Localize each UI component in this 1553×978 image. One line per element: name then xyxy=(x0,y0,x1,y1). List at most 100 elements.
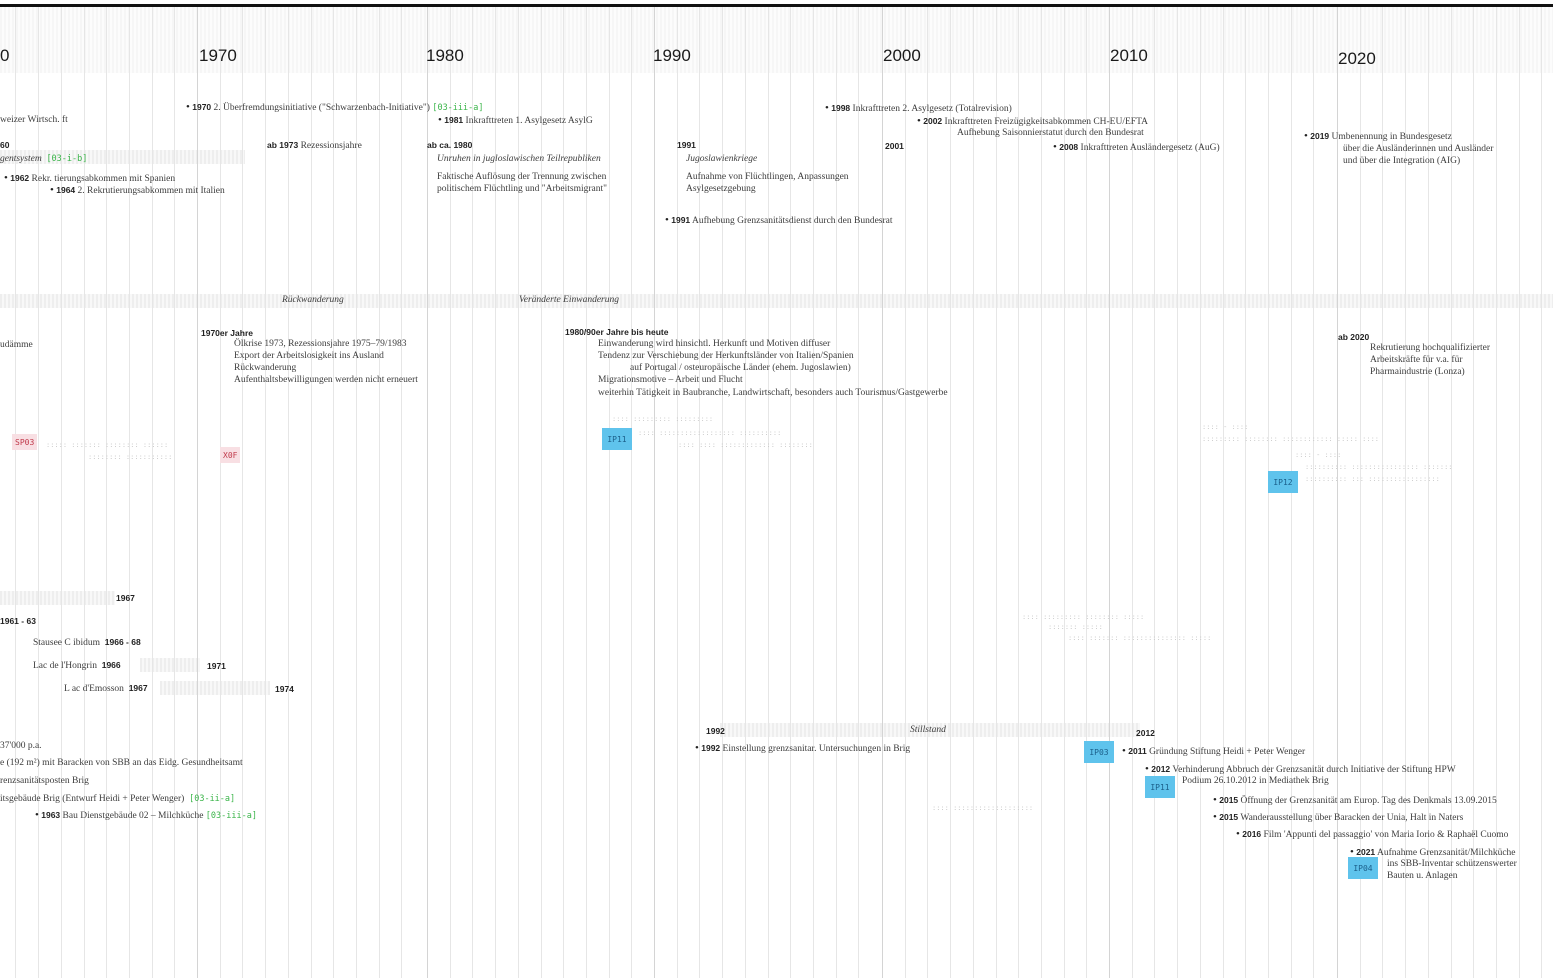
fade-strip xyxy=(160,681,270,695)
event-year: 2012 xyxy=(1151,764,1171,774)
blue-tag: IP11 xyxy=(1145,776,1175,798)
event-text: Bauten u. Anlagen xyxy=(1387,871,1458,881)
decade-line xyxy=(654,7,655,978)
event-year: ab 1973 xyxy=(267,140,299,150)
event-text: Umbenennung in Bundesgesetz xyxy=(1331,132,1452,142)
fade-strip xyxy=(0,294,1553,308)
year-gridline xyxy=(768,7,769,978)
year-gridline xyxy=(106,7,107,978)
bullet-icon: • xyxy=(1145,763,1149,775)
bullet-icon: • xyxy=(1053,141,1057,153)
event-text: Migrationsmotive – Arbeit und Flucht xyxy=(598,375,743,385)
bullet-icon: • xyxy=(35,809,39,821)
event-year: 2002 xyxy=(923,116,943,126)
faint-annotation: ::::::: ::::: xyxy=(1048,623,1103,631)
event-text: Aufhebung Grenzsanitätsdienst durch den … xyxy=(692,216,893,226)
phase-label: Veränderte Einwanderung xyxy=(519,295,620,305)
event-year: 2008 xyxy=(1059,142,1079,152)
year-gridline xyxy=(836,7,837,978)
event-year: 2021 xyxy=(1356,847,1376,857)
event-text: weizer Wirtsch. ft xyxy=(0,115,68,125)
event-text: Gründung Stiftung Heidi + Peter Wenger xyxy=(1149,747,1306,757)
faint-annotation: :::: - :::: xyxy=(1202,423,1249,431)
decade-label: 2000 xyxy=(883,46,921,65)
year-gridline xyxy=(609,7,610,978)
phase-label: Rückwanderung xyxy=(282,295,344,305)
year-gridline xyxy=(950,7,951,978)
year-gridline xyxy=(790,7,791,978)
event-year: 2011 xyxy=(1128,746,1147,756)
blue-tag: IP04 xyxy=(1348,857,1378,879)
bullet-icon: • xyxy=(50,184,54,196)
faint-annotation: ::::::::: :::::::: :::::::::::: ::::: ::… xyxy=(1202,435,1380,443)
bullet-icon: • xyxy=(1213,794,1217,806)
year-gridline xyxy=(631,7,632,978)
fade-strip xyxy=(140,658,200,672)
blue-tag: IP12 xyxy=(1268,471,1298,493)
event-text: Aufhebung Saisonnierstatut durch den Bun… xyxy=(957,128,1144,138)
year-gridline xyxy=(677,7,678,978)
dam-name: Lac de l'Hongrin xyxy=(33,661,97,671)
reference-code: [03-i-b] xyxy=(46,154,88,164)
event-text: Rezessionsjahre xyxy=(300,141,362,151)
faint-annotation: :::: ::::::::::::::::::: xyxy=(932,804,1034,812)
event-text: Inkrafttreten Freizügigkeitsabkommen CH-… xyxy=(944,117,1148,127)
event-year: 1992 xyxy=(706,726,725,736)
faint-annotation: :::::::::: :::::::::::::::: ::::::: xyxy=(1305,463,1453,471)
faint-annotation: :::: ::::::::: ::::::::: xyxy=(612,415,714,423)
year-gridline xyxy=(333,7,334,978)
reference-code: [03-iii-a] xyxy=(432,103,484,113)
event-text: Wanderausstellung über Baracken der Unia… xyxy=(1240,813,1464,823)
year-gridline xyxy=(356,7,357,978)
event-year: 2001 xyxy=(885,141,904,151)
event-text: Film 'Appunti del passaggio' von Maria I… xyxy=(1263,830,1509,840)
event-year: 1974 xyxy=(275,684,294,694)
event-text: Aufnahme Grenzsanität/Milchküche xyxy=(1377,848,1516,858)
bullet-icon: • xyxy=(665,214,669,226)
event-text: udämme xyxy=(0,340,33,350)
decade-label: 1990 xyxy=(653,46,691,65)
decade-label: 1980 xyxy=(426,46,464,65)
event-year: ab 2020 xyxy=(1338,332,1370,342)
event-text: itsgebäude Brig (Entwurf Heidi + Peter W… xyxy=(0,794,185,804)
event-year: ab ca. 1980 xyxy=(427,140,473,150)
event-text: Jugoslawienkriege xyxy=(686,154,758,164)
faint-annotation: :::::::::: ::: ::::::::::::::::: xyxy=(1305,475,1440,483)
bullet-icon: • xyxy=(917,115,921,127)
bullet-icon: • xyxy=(825,102,829,114)
event-year: 1963 xyxy=(41,810,61,820)
faint-annotation: :::: :::: ::::::::::::: :::::::: xyxy=(678,441,813,449)
year-gridline xyxy=(174,7,175,978)
event-year: 1966 - 68 xyxy=(104,637,141,647)
reference-code: [03-iii-a] xyxy=(205,811,257,821)
event-year: 1967 xyxy=(128,683,148,693)
faint-annotation: :::: :::::::::::::::::: :::::::::: xyxy=(638,429,782,437)
event-text: auf Portugal / osteuropäische Länder (eh… xyxy=(630,363,851,373)
pink-tag: SP03 xyxy=(12,434,38,450)
event-year: 1966 xyxy=(101,660,121,670)
event-text: renzsanitätsposten Brig xyxy=(0,776,89,786)
event-year: 60 xyxy=(0,140,10,150)
faint-annotation: :::: ::::::: ::::::::::::::: ::::: xyxy=(1068,634,1212,642)
event-text: 2. Rekrutierungsabkommen mit Italien xyxy=(77,186,225,196)
year-gridline xyxy=(813,7,814,978)
year-gridline xyxy=(905,7,906,978)
phase-label: Stillstand xyxy=(910,725,946,735)
event-year: 1980/90er Jahre bis heute xyxy=(565,327,669,337)
event-text: Aufenthaltsbewilligungen werden nicht er… xyxy=(234,375,418,385)
year-gridline xyxy=(129,7,130,978)
event-text: Unruhen in jugloslawischen Teilrepublike… xyxy=(437,154,601,164)
event-year: 1991 xyxy=(671,215,691,225)
fade-strip xyxy=(0,591,115,605)
event-text: 37'000 p.a. xyxy=(0,741,42,751)
year-gridline xyxy=(1223,7,1224,978)
event-year: 1964 xyxy=(56,185,76,195)
event-text: e (192 m²) mit Baracken von SBB an das E… xyxy=(0,758,243,768)
year-gridline xyxy=(973,7,974,978)
year-gridline xyxy=(242,7,243,978)
event-text: Inkrafttreten 2. Asylgesetz (Totalrevisi… xyxy=(852,104,1012,114)
event-text: Tendenz zur Verschiebung der Herkunftslä… xyxy=(598,351,854,361)
year-gridline xyxy=(379,7,380,978)
year-gridline xyxy=(1541,7,1542,978)
bullet-icon: • xyxy=(1213,811,1217,823)
